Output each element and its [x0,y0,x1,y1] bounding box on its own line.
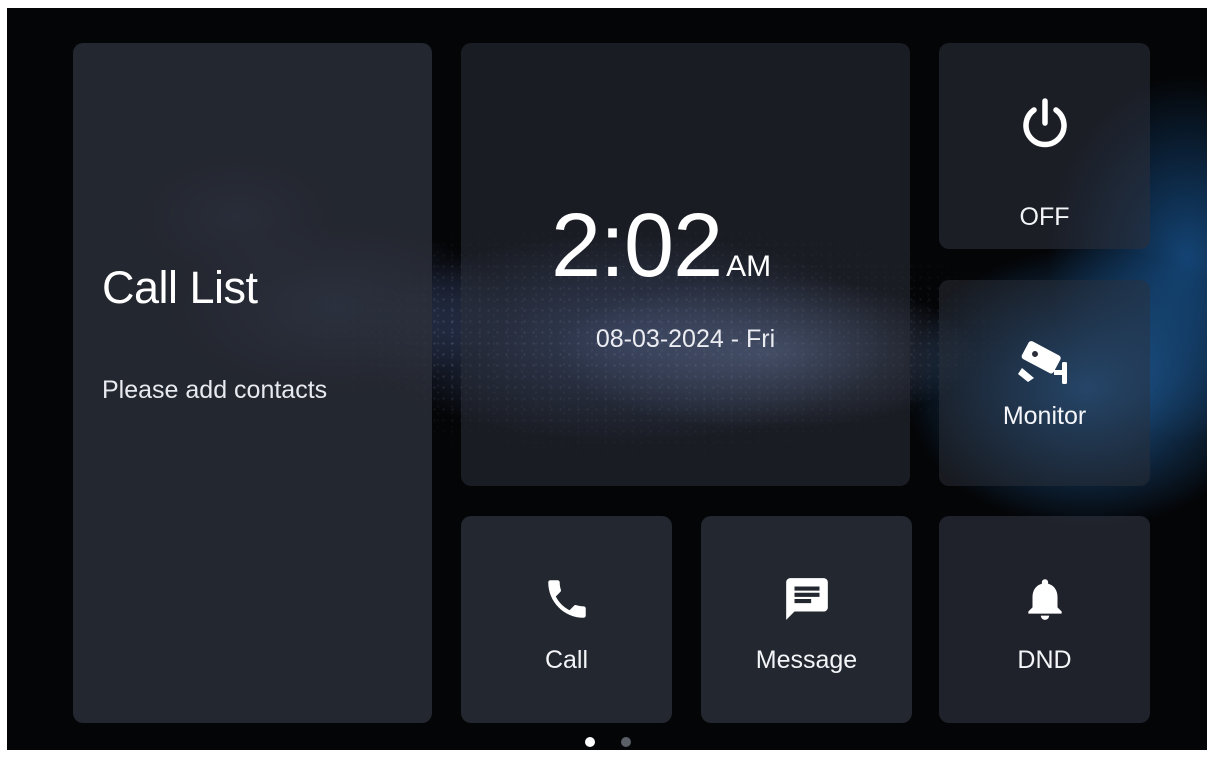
monitor-button[interactable]: Monitor [939,280,1150,486]
message-icon [785,578,828,620]
phone-icon [547,580,586,618]
message-button[interactable]: Message [701,516,912,723]
power-off-label: OFF [1019,203,1070,231]
page-indicator [585,737,631,747]
clock-time: 2:02 [551,196,723,296]
page-dot-1[interactable] [585,737,595,747]
page-dot-2[interactable] [621,737,631,747]
bell-icon [1027,579,1062,620]
call-button[interactable]: Call [461,516,672,723]
monitor-label: Monitor [1002,402,1087,430]
clock-time-row: 2:02 AM [551,201,771,291]
dnd-button[interactable]: DND [939,516,1150,723]
call-label: Call [544,646,589,674]
clock-date: 08-03-2024 - Fri [595,325,776,353]
dnd-label: DND [1017,646,1072,674]
call-list-subtitle: Please add contacts [102,376,328,404]
power-off-button[interactable]: OFF [939,43,1150,249]
message-label: Message [755,646,858,674]
clock-period: AM [726,250,772,283]
camera-icon [1017,341,1067,384]
call-list-title: Call List [102,262,258,313]
power-icon [1022,98,1067,148]
call-list-panel[interactable]: Call List Please add contacts [73,43,432,723]
clock-panel: 2:02 AM 08-03-2024 - Fri [461,43,910,486]
home-screen: Call List Please add contacts 2:02 AM 08-… [7,8,1207,750]
